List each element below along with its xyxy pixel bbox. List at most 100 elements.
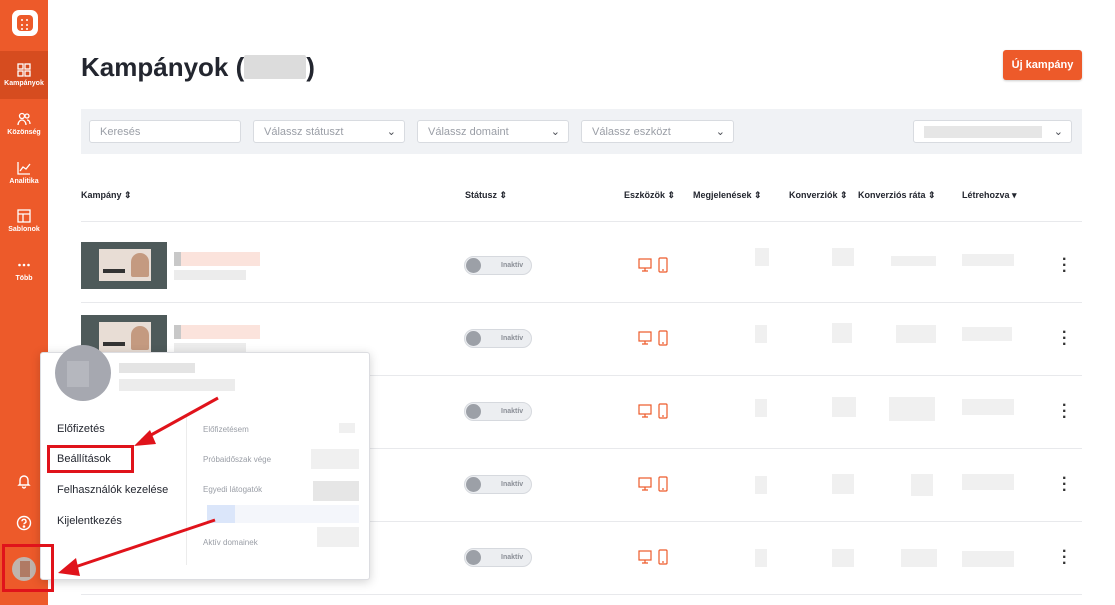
impressions-redacted: [755, 399, 767, 417]
more-icon: [18, 263, 30, 267]
row-actions-icon[interactable]: · · ·: [1062, 471, 1067, 499]
chevron-down-icon: ⌄: [386, 126, 396, 138]
created-date-redacted: [962, 474, 1014, 490]
row-actions-icon[interactable]: · · ·: [1062, 398, 1067, 426]
impressions-redacted: [755, 325, 767, 343]
info-label-subscription: Előfizetésem: [203, 425, 249, 434]
column-header-created[interactable]: Létrehozva ▾: [962, 190, 1017, 201]
conversions-redacted: [832, 474, 854, 494]
desktop-icon: [638, 258, 652, 272]
status-toggle[interactable]: Inaktív: [464, 402, 532, 421]
users-icon: [17, 112, 31, 126]
row-actions-icon[interactable]: · · ·: [1062, 544, 1067, 572]
status-select[interactable]: Válassz státuszt ⌄: [253, 120, 405, 143]
device-icons: [638, 403, 670, 419]
menu-item-subscription[interactable]: Előfizetés: [57, 423, 105, 435]
sidebar-item-campaigns[interactable]: Kampányok: [0, 51, 48, 99]
device-icons: [638, 549, 670, 565]
column-header-campaign[interactable]: Kampány ⇕: [81, 190, 132, 201]
device-select[interactable]: Válassz eszközt ⌄: [581, 120, 734, 143]
impressions-redacted: [755, 476, 767, 494]
divider: [81, 594, 1082, 595]
annotation-highlight-box: [2, 544, 54, 592]
account-popup: Előfizetés Beállítások Felhasználók keze…: [40, 345, 370, 580]
divider: [186, 415, 187, 565]
visitors-value-redacted: [313, 481, 359, 501]
conversions-redacted: [832, 323, 852, 343]
annotation-highlight-box: [47, 445, 134, 473]
chevron-down-icon: ⌄: [550, 126, 560, 138]
created-date-redacted: [962, 399, 1014, 415]
campaign-domain-redacted: [174, 270, 246, 280]
status-toggle[interactable]: Inaktív: [464, 548, 532, 567]
impressions-redacted: [755, 549, 767, 567]
campaign-count-redacted: [244, 55, 307, 79]
desktop-icon: [638, 477, 652, 491]
column-header-devices[interactable]: Eszközök ⇕: [624, 190, 675, 201]
impressions-redacted: [755, 248, 769, 266]
created-date-redacted: [962, 254, 1014, 266]
column-header-impressions[interactable]: Megjelenések ⇕: [693, 190, 762, 201]
domains-value-redacted: [317, 527, 359, 547]
account-email-redacted: [119, 379, 235, 391]
status-toggle[interactable]: Inaktív: [464, 329, 532, 348]
conversions-redacted: [832, 549, 854, 567]
account-name-redacted: [119, 363, 195, 373]
trial-end-value-redacted: [311, 449, 359, 469]
mobile-icon: [658, 403, 668, 419]
template-icon: [17, 209, 31, 223]
sidebar-item-analytics[interactable]: Analitika: [0, 149, 48, 197]
domain-switcher-select[interactable]: ⌄: [913, 120, 1072, 143]
chevron-down-icon: ⌄: [1053, 126, 1063, 138]
filter-bar: Keresés Válassz státuszt ⌄ Válassz domain…: [81, 109, 1082, 154]
table-row[interactable]: Inaktív · · ·: [81, 222, 1082, 295]
search-input[interactable]: Keresés: [89, 120, 241, 143]
sidebar-item-templates[interactable]: Sablonok: [0, 197, 48, 245]
conversion-rate-redacted: [896, 325, 936, 343]
mobile-icon: [658, 549, 668, 565]
info-label-trial-end: Próbaidőszak vége: [203, 455, 272, 464]
desktop-icon: [638, 331, 652, 345]
mobile-icon: [658, 476, 668, 492]
sidebar-item-label: Kampányok: [4, 80, 44, 87]
campaign-name-redacted[interactable]: [174, 252, 260, 266]
row-actions-icon[interactable]: · · ·: [1062, 325, 1067, 353]
subscription-value-redacted: [339, 423, 355, 433]
new-campaign-button[interactable]: Új kampány: [1003, 50, 1082, 80]
sidebar-item-audience[interactable]: Közönség: [0, 100, 48, 148]
device-icons: [638, 257, 670, 273]
conversion-rate-redacted: [911, 474, 933, 496]
bell-icon[interactable]: [16, 473, 32, 489]
menu-item-user-management[interactable]: Felhasználók kezelése: [57, 484, 168, 496]
column-header-status[interactable]: Státusz ⇕: [465, 190, 507, 201]
column-header-conversions[interactable]: Konverziók ⇕: [789, 190, 848, 201]
visitors-progress-fill: [207, 505, 235, 523]
sidebar-item-label: Több: [15, 275, 33, 282]
domain-select[interactable]: Válassz domaint ⌄: [417, 120, 569, 143]
device-icons: [638, 476, 670, 492]
device-icons: [638, 330, 670, 346]
campaign-name-redacted[interactable]: [174, 325, 260, 339]
chart-icon: [17, 162, 31, 175]
created-date-redacted: [962, 327, 1012, 341]
app-logo[interactable]: [12, 10, 38, 36]
sidebar-item-more[interactable]: Több: [0, 246, 48, 294]
grid-icon: [17, 63, 31, 77]
page-title: Kampányok (): [81, 52, 315, 82]
conversions-redacted: [832, 248, 854, 266]
help-icon[interactable]: [16, 515, 32, 531]
mobile-icon: [658, 330, 668, 346]
row-actions-icon[interactable]: · · ·: [1062, 252, 1067, 280]
desktop-icon: [638, 404, 652, 418]
status-toggle[interactable]: Inaktív: [464, 256, 532, 275]
sidebar-item-label: Analitika: [9, 178, 39, 185]
menu-item-logout[interactable]: Kijelentkezés: [57, 515, 122, 527]
sidebar-item-label: Közönség: [7, 129, 41, 136]
status-toggle[interactable]: Inaktív: [464, 475, 532, 494]
conversion-rate-redacted: [891, 256, 936, 266]
column-header-conversion-rate[interactable]: Konverziós ráta ⇕: [858, 190, 936, 201]
conversion-rate-redacted: [901, 549, 937, 567]
sidebar-item-label: Sablonok: [8, 226, 40, 233]
mobile-icon: [658, 257, 668, 273]
campaign-thumbnail[interactable]: [81, 242, 167, 289]
